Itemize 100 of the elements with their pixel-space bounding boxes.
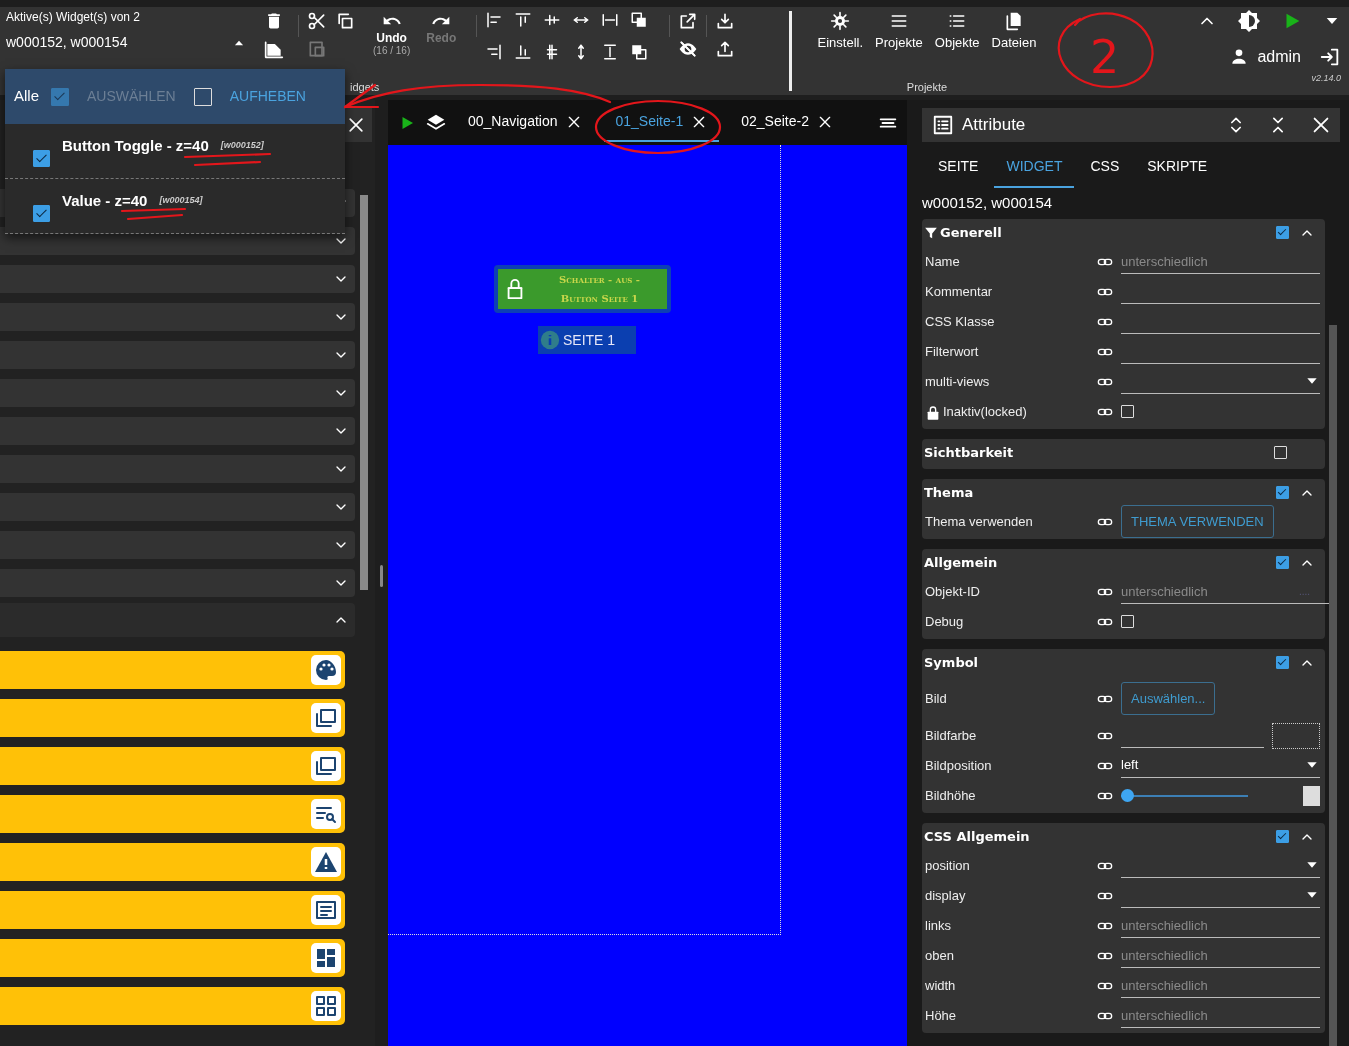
- checkbox[interactable]: [33, 204, 50, 222]
- field-label: Debug: [925, 612, 964, 631]
- widget-tile[interactable]: [0, 987, 345, 1025]
- tray-icon[interactable]: [264, 39, 284, 59]
- input-field[interactable]: unterschiedlich: [1121, 943, 1320, 968]
- page-tab[interactable]: 00_Navigation: [456, 103, 594, 142]
- resize-handle[interactable]: [380, 564, 383, 587]
- widget-tile[interactable]: [0, 843, 345, 881]
- copy-icon[interactable]: [335, 11, 355, 31]
- page-tab[interactable]: 02_Seite-2: [729, 103, 845, 142]
- field-label: Bildhöhe: [925, 786, 976, 805]
- bring-front-icon[interactable]: [630, 11, 649, 29]
- page-tab[interactable]: 01_Seite-1: [603, 103, 720, 142]
- align-left-icon[interactable]: [485, 11, 504, 29]
- widget-label: Schalter - aus - Button Seite 1: [558, 273, 641, 306]
- slider-thumb[interactable]: [1121, 789, 1134, 802]
- toolbar-button[interactable]: Dateien: [985, 11, 1043, 53]
- group-label: Projekte: [906, 79, 948, 95]
- panel-tab[interactable]: CSS: [1078, 148, 1132, 188]
- widget-tile[interactable]: [0, 939, 345, 977]
- field-label: Thema verwenden: [925, 512, 1033, 531]
- panel-tab[interactable]: SEITE: [926, 148, 991, 188]
- widget-tile[interactable]: [0, 699, 345, 737]
- scissors-icon[interactable]: [307, 11, 327, 31]
- group-title: Sichtbarkeit: [924, 443, 1015, 462]
- external-link-icon[interactable]: [678, 11, 699, 31]
- number-spinner[interactable]: [1303, 785, 1320, 806]
- input-field[interactable]: unterschiedlich: [1121, 913, 1320, 938]
- field-label: multi-views: [925, 372, 990, 391]
- checkbox[interactable]: [1276, 556, 1289, 569]
- warning-icon: [314, 850, 338, 874]
- field-label: width: [925, 976, 956, 995]
- files-icon: [1004, 11, 1024, 31]
- toolbar-button[interactable]: Objekte: [928, 11, 986, 53]
- user-name[interactable]: admin: [1257, 45, 1301, 69]
- list-icon: [932, 114, 954, 136]
- checkbox[interactable]: [1276, 830, 1289, 843]
- widget-label: SEITE 1: [563, 330, 616, 350]
- theme-icon[interactable]: [1237, 9, 1261, 33]
- group-title: Symbol: [924, 653, 980, 672]
- field-label: links: [925, 916, 951, 935]
- annotation-underline: [120, 207, 187, 221]
- scrollbar[interactable]: [1329, 325, 1337, 1046]
- widget-tile[interactable]: [0, 795, 345, 833]
- input-field[interactable]: unterschiedlich: [1121, 1003, 1320, 1028]
- action-button[interactable]: Auswählen...: [1121, 681, 1216, 716]
- widget-tile[interactable]: [0, 651, 345, 689]
- panel-tab[interactable]: WIDGET: [994, 148, 1075, 188]
- same-width-icon[interactable]: [601, 11, 620, 29]
- checkbox[interactable]: [1276, 226, 1289, 239]
- close-icon: [346, 115, 366, 135]
- field-label: Inaktiv(locked): [943, 402, 1027, 421]
- select-field[interactable]: left: [1121, 753, 1320, 778]
- align-right-icon[interactable]: [485, 43, 504, 62]
- scrollbar[interactable]: [360, 195, 368, 590]
- group-title: Generell: [940, 223, 1003, 242]
- value-widget[interactable]: SEITE 1: [538, 326, 636, 354]
- field-label: Kommentar: [925, 282, 993, 301]
- send-back-icon[interactable]: [630, 43, 649, 62]
- input-field[interactable]: unterschiedlich: [1121, 249, 1320, 274]
- group-title: Allgemein: [924, 553, 999, 572]
- input-field[interactable]: unterschiedlich: [1121, 973, 1320, 998]
- widget-name: Value - z=40: [62, 190, 148, 211]
- active-widgets-label: Aktive(s) Widget(s) von 2: [6, 9, 142, 26]
- field-label: Name: [925, 252, 960, 271]
- eye-off-icon[interactable]: [678, 39, 699, 59]
- info-icon: [540, 330, 560, 350]
- checkbox[interactable]: [33, 149, 50, 167]
- field-label: Objekt-ID: [925, 582, 980, 601]
- menu-item[interactable]: Button Toggle - z=40 [w000152]: [5, 124, 345, 179]
- windows-icon: [314, 706, 338, 730]
- download-icon[interactable]: [715, 11, 736, 31]
- layers-icon[interactable]: [426, 112, 446, 133]
- article-icon: [314, 898, 338, 922]
- field-label: Bildfarbe: [925, 726, 977, 745]
- widget-id: [w000154]: [159, 194, 203, 208]
- widget-select[interactable]: w000152, w000154: [6, 26, 246, 59]
- upload-icon[interactable]: [715, 39, 736, 59]
- logout-icon[interactable]: [1319, 46, 1341, 68]
- checkbox[interactable]: [1276, 486, 1289, 499]
- menu-item[interactable]: Value - z=40 [w000154]: [5, 179, 345, 234]
- gear-icon: [830, 11, 851, 31]
- panel-tab[interactable]: SKRIPTE: [1135, 148, 1220, 188]
- palette-icon: [314, 658, 338, 682]
- action-button[interactable]: THEMA VERWENDEN: [1121, 504, 1274, 539]
- checkbox[interactable]: [1276, 656, 1289, 669]
- color-swatch[interactable]: [1272, 722, 1320, 749]
- dashboard-icon: [314, 946, 338, 970]
- undo-button[interactable]: Undo (16 / 16): [365, 11, 419, 67]
- widget-tile[interactable]: [0, 747, 345, 785]
- grid-icon: [314, 994, 338, 1018]
- widget-ids: w000152, w000154: [922, 193, 1054, 213]
- align-top-icon[interactable]: [514, 11, 533, 29]
- align-bottom-icon[interactable]: [514, 43, 533, 62]
- toolbar-button[interactable]: Projekte: [869, 11, 929, 53]
- widget-name: Button Toggle - z=40: [62, 135, 209, 156]
- toolbar-button[interactable]: Einstell.: [811, 11, 870, 53]
- panel-title: Attribute: [962, 114, 1027, 137]
- widget-id: [w000152]: [220, 139, 264, 153]
- widget-tile[interactable]: [0, 891, 345, 929]
